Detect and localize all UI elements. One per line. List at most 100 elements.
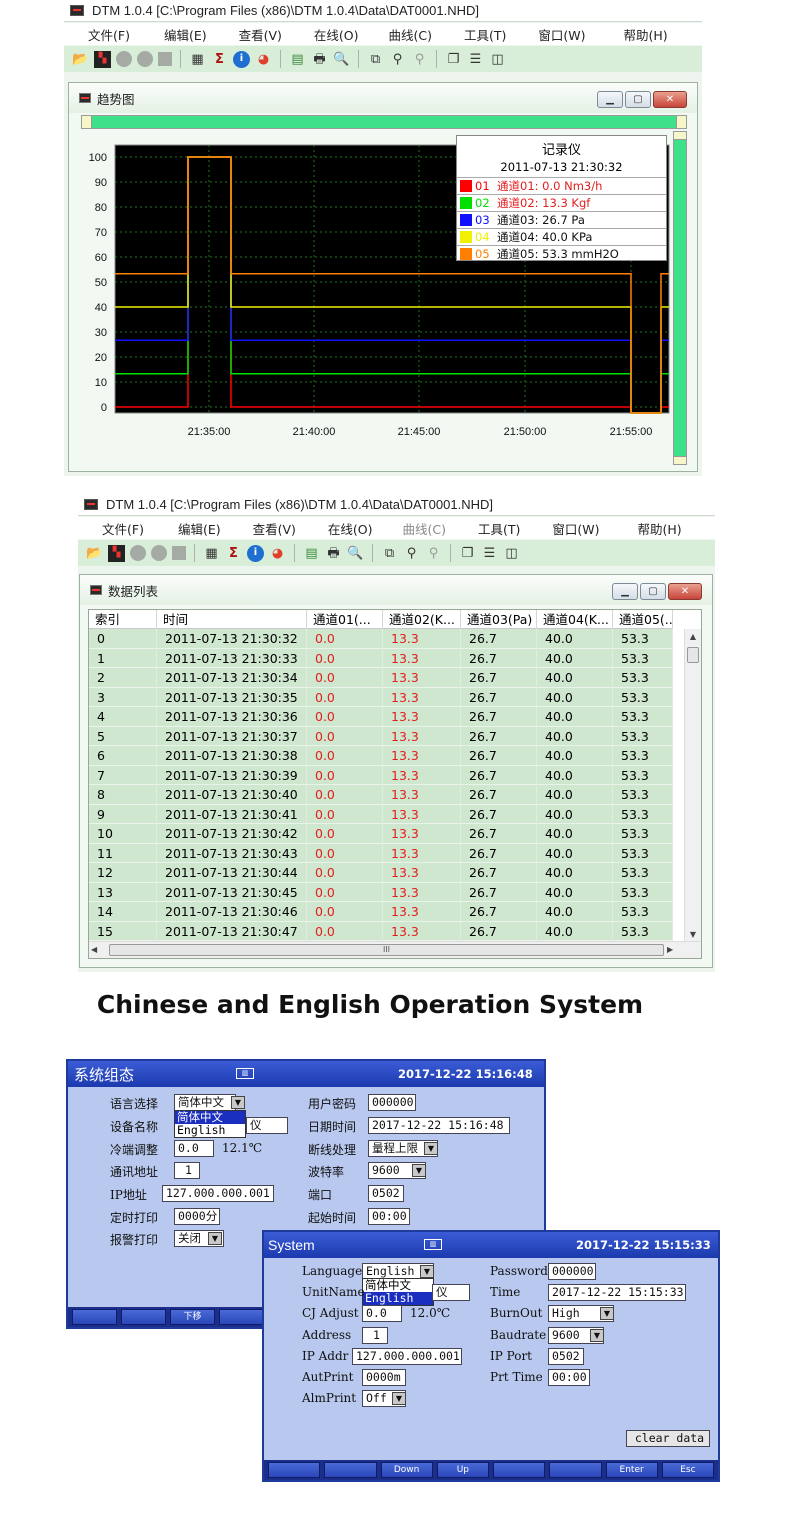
horizontal-scrollbar[interactable]: ◀ III ▶ — [89, 941, 701, 958]
fkey-enter[interactable]: Enter — [605, 1462, 658, 1478]
maximize-button[interactable]: ▢ — [625, 91, 651, 108]
tile-horizontal-icon[interactable]: ☰ — [481, 545, 498, 562]
language-dropdown-arrow[interactable]: ▼ — [420, 1265, 434, 1278]
record-icon[interactable] — [151, 545, 167, 561]
scroll-top-handle[interactable] — [674, 132, 686, 140]
table-row[interactable]: 7 2011-07-13 21:30:39 0.0 13.3 26.7 40.0 53.3 — [89, 765, 673, 785]
table-icon[interactable]: ▦ — [203, 545, 220, 562]
print-preview-icon[interactable]: 🔍 — [347, 545, 364, 562]
table-row[interactable]: 1 2011-07-13 21:30:33 0.0 13.3 26.7 40.0 53.3 — [89, 648, 673, 668]
burnout-dropdown-arrow[interactable]: ▼ — [424, 1142, 438, 1155]
fkey-esc[interactable]: Esc — [661, 1462, 714, 1478]
table-row[interactable]: 9 2011-07-13 21:30:41 0.0 13.3 26.7 40.0 53.3 — [89, 804, 673, 824]
table-row[interactable]: 11 2011-07-13 21:30:43 0.0 13.3 26.7 40.0 53.3 — [89, 843, 673, 863]
scroll-left-handle[interactable] — [82, 116, 92, 128]
column-header[interactable]: 通道04(K... — [537, 610, 613, 629]
zoom-in-icon[interactable]: ⚲ — [389, 51, 406, 68]
export-icon[interactable]: ▤ — [303, 545, 320, 562]
menu-edit[interactable]: 编辑(E) — [178, 519, 221, 538]
record-icon[interactable] — [137, 51, 153, 67]
print-icon[interactable]: 🖶 — [325, 545, 342, 562]
burnout-dropdown-arrow[interactable]: ▼ — [600, 1307, 614, 1320]
data-grid[interactable]: 索引 时间 通道01(... 通道02(K... 通道03(Pa) 通道04(K... 通道… — [88, 609, 702, 959]
stop-icon[interactable] — [158, 52, 172, 66]
open-folder-icon[interactable]: 📂 — [86, 545, 103, 562]
scroll-up-arrow[interactable]: ▲ — [685, 629, 701, 645]
copy-icon[interactable]: ⧉ — [381, 545, 398, 562]
address-field[interactable]: 1 — [174, 1162, 200, 1179]
ip-addr-field[interactable]: 127.000.000.001 — [352, 1348, 462, 1365]
fkey-5[interactable] — [493, 1462, 546, 1478]
password-field[interactable]: 000000 — [368, 1094, 416, 1111]
time-scrollbar[interactable] — [81, 115, 687, 129]
table-icon[interactable]: ▦ — [189, 51, 206, 68]
timed-print-field[interactable]: 0000分 — [174, 1208, 220, 1225]
baudrate-dropdown-arrow[interactable]: ▼ — [412, 1164, 426, 1177]
unit-name-field[interactable]: 仪 — [432, 1284, 470, 1301]
table-row[interactable]: 3 2011-07-13 21:30:35 0.0 13.3 26.7 40.0 53.3 — [89, 687, 673, 707]
tile-vertical-icon[interactable]: ◫ — [489, 51, 506, 68]
autprint-field[interactable]: 0000m — [362, 1369, 406, 1386]
device-name-field[interactable]: 仪 — [246, 1117, 288, 1134]
info-icon[interactable]: i — [247, 544, 264, 562]
time-field[interactable]: 2017-12-22 15:15:33 — [548, 1284, 686, 1301]
menu-curve[interactable]: 曲线(C) — [403, 519, 446, 538]
table-row[interactable]: 4 2011-07-13 21:30:36 0.0 13.3 26.7 40.0 53.3 — [89, 707, 673, 727]
tile-horizontal-icon[interactable]: ☰ — [467, 51, 484, 68]
column-header[interactable]: 通道01(... — [307, 610, 383, 629]
value-scrollbar[interactable] — [673, 131, 687, 465]
trend-icon[interactable]: ▚ — [94, 50, 111, 68]
cj-adjust-field[interactable]: 0.0 — [362, 1305, 402, 1322]
almprint-dropdown-arrow[interactable]: ▼ — [392, 1392, 406, 1405]
table-row[interactable]: 5 2011-07-13 21:30:37 0.0 13.3 26.7 40.0 53.3 — [89, 726, 673, 746]
menu-window[interactable]: 窗口(W) — [538, 25, 585, 44]
fkey-2[interactable] — [121, 1309, 166, 1325]
menu-view[interactable]: 查看(V) — [239, 25, 282, 44]
table-row[interactable]: 6 2011-07-13 21:30:38 0.0 13.3 26.7 40.0 53.3 — [89, 746, 673, 766]
column-header[interactable]: 通道03(Pa) — [461, 610, 537, 629]
fkey-up[interactable]: Up — [436, 1462, 489, 1478]
clear-data-button[interactable]: clear data — [626, 1430, 710, 1447]
table-row[interactable]: 13 2011-07-13 21:30:45 0.0 13.3 26.7 40.0 53.3 — [89, 882, 673, 902]
prt-time-field[interactable]: 00:00 — [548, 1369, 590, 1386]
maximize-button[interactable]: ▢ — [640, 583, 666, 600]
password-field[interactable]: 000000 — [548, 1263, 596, 1280]
ip-port-field[interactable]: 0502 — [548, 1348, 584, 1365]
cascade-icon[interactable]: ❐ — [459, 545, 476, 562]
column-header[interactable]: 索引 — [89, 610, 157, 629]
fkey-1[interactable] — [72, 1309, 117, 1325]
language-dropdown-arrow[interactable]: ▼ — [231, 1096, 245, 1109]
trend-icon[interactable]: ▚ — [108, 544, 125, 562]
fkey-4[interactable] — [219, 1309, 264, 1325]
table-row[interactable]: 8 2011-07-13 21:30:40 0.0 13.3 26.7 40.0 53.3 — [89, 785, 673, 805]
scroll-right-arrow[interactable]: ▶ — [667, 942, 681, 958]
menu-edit[interactable]: 编辑(E) — [164, 25, 207, 44]
tile-vertical-icon[interactable]: ◫ — [503, 545, 520, 562]
menu-view[interactable]: 查看(V) — [253, 519, 296, 538]
menu-help[interactable]: 帮助(H) — [624, 25, 668, 44]
sigma-icon[interactable]: Σ — [225, 545, 242, 562]
minimize-button[interactable]: ▁ — [597, 91, 623, 108]
baudrate-dropdown-arrow[interactable]: ▼ — [590, 1329, 604, 1342]
table-row[interactable]: 12 2011-07-13 21:30:44 0.0 13.3 26.7 40.0 53.3 — [89, 863, 673, 883]
cj-adjust-field[interactable]: 0.0 — [174, 1140, 214, 1157]
ip-field[interactable]: 127.000.000.001 — [162, 1185, 274, 1202]
menu-tools[interactable]: 工具(T) — [478, 519, 520, 538]
menu-window[interactable]: 窗口(W) — [552, 519, 599, 538]
vertical-scrollbar[interactable]: ▲ ▼ — [684, 629, 701, 943]
language-select[interactable]: 简体中文 — [174, 1094, 236, 1111]
table-row[interactable]: 10 2011-07-13 21:30:42 0.0 13.3 26.7 40.0 53.3 — [89, 824, 673, 844]
copy-icon[interactable]: ⧉ — [367, 51, 384, 68]
fkey-1[interactable] — [268, 1462, 321, 1478]
table-row[interactable]: 2 2011-07-13 21:30:34 0.0 13.3 26.7 40.0 53.3 — [89, 668, 673, 688]
column-header[interactable]: 通道05(... — [613, 610, 673, 629]
language-option-english[interactable]: English — [175, 1124, 245, 1137]
menu-online[interactable]: 在线(O) — [328, 519, 373, 538]
zoom-in-icon[interactable]: ⚲ — [403, 545, 420, 562]
close-button[interactable]: ✕ — [668, 583, 702, 600]
port-field[interactable]: 0502 — [368, 1185, 404, 1202]
fkey-2[interactable] — [324, 1462, 377, 1478]
connect-icon[interactable] — [116, 51, 132, 67]
cascade-icon[interactable]: ❐ — [445, 51, 462, 68]
column-header[interactable]: 通道02(K... — [383, 610, 461, 629]
